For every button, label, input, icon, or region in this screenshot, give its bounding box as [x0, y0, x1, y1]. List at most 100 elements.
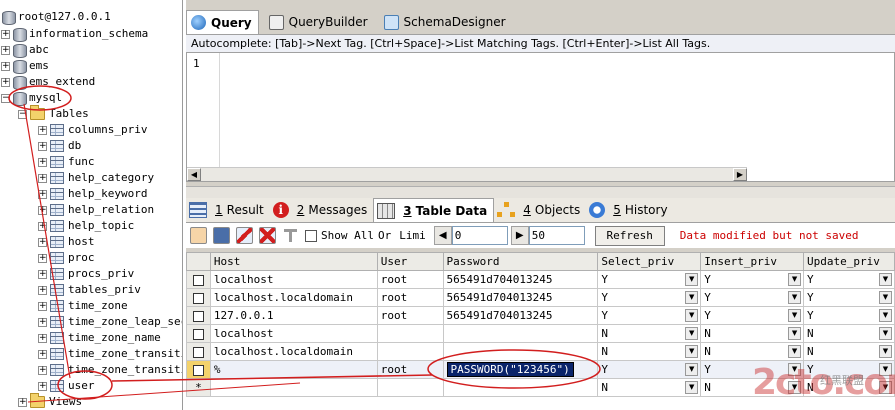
row-checkbox[interactable]	[192, 292, 204, 304]
row-selector[interactable]	[186, 342, 211, 361]
cell-select[interactable]: Y ▼	[597, 306, 702, 325]
tree-table-14[interactable]: + time_zone_transiti	[38, 346, 182, 362]
tree-table-15[interactable]: + time_zone_transiti	[38, 362, 182, 378]
cell-password[interactable]	[442, 378, 599, 397]
save-icon[interactable]	[213, 227, 230, 244]
tab-table-data[interactable]: 3 Table Data	[373, 198, 495, 222]
cell-update[interactable]: Y ▼	[803, 306, 895, 325]
dropdown-arrow-icon[interactable]: ▼	[685, 381, 699, 394]
row-selector[interactable]	[186, 324, 211, 343]
tree-table-11[interactable]: + time_zone	[38, 298, 128, 314]
dropdown-arrow-icon[interactable]: ▼	[879, 327, 892, 340]
cell-insert[interactable]: N ▼	[700, 324, 805, 343]
expand-icon[interactable]: +	[38, 333, 47, 343]
tab-messages[interactable]: i 2 Messages	[270, 198, 374, 222]
cell-select[interactable]: Y ▼	[597, 360, 702, 379]
expand-icon[interactable]: +	[38, 125, 47, 135]
expand-icon[interactable]: +	[38, 253, 47, 263]
dropdown-arrow-icon[interactable]: ▼	[788, 309, 802, 322]
column-header-update-priv[interactable]: Update_priv	[803, 252, 895, 271]
table-row[interactable]: localhost N ▼ N ▼ N ▼	[186, 324, 895, 343]
cell-select[interactable]: N ▼	[597, 378, 702, 397]
tree-folder-tables[interactable]: − Tables	[18, 105, 89, 122]
column-header-host[interactable]: Host	[209, 252, 378, 271]
tree-db-abc[interactable]: + abc	[1, 42, 49, 58]
row-checkbox[interactable]	[192, 364, 204, 376]
tree-table-4[interactable]: + help_keyword	[38, 186, 147, 202]
cell-user[interactable]: root	[376, 288, 444, 307]
expand-icon[interactable]: +	[1, 61, 10, 71]
cell-select[interactable]: N ▼	[597, 324, 702, 343]
row-checkbox[interactable]	[192, 346, 204, 358]
cell-password[interactable]	[442, 324, 599, 343]
cell-host[interactable]: localhost	[209, 324, 378, 343]
tree-table-7[interactable]: + host	[38, 234, 95, 250]
limit-next-button[interactable]: ▶	[510, 226, 529, 245]
cell-select[interactable]: Y ▼	[597, 288, 702, 307]
cell-user[interactable]	[376, 378, 444, 397]
cell-update[interactable]: N ▼	[803, 342, 895, 361]
dropdown-arrow-icon[interactable]: ▼	[685, 291, 699, 304]
cell-host[interactable]: %	[209, 360, 378, 379]
row-selector[interactable]	[186, 270, 211, 289]
cancel-changes-icon[interactable]	[259, 227, 276, 244]
tree-table-5[interactable]: + help_relation	[38, 202, 154, 218]
cell-update[interactable]: Y ▼	[803, 270, 895, 289]
expand-icon[interactable]: +	[38, 285, 47, 295]
column-header-user[interactable]: User	[376, 252, 444, 271]
cell-update[interactable]: N ▼	[803, 324, 895, 343]
dropdown-arrow-icon[interactable]: ▼	[879, 309, 892, 322]
panel-splitter[interactable]	[186, 186, 895, 198]
collapse-icon[interactable]: −	[18, 109, 27, 119]
column-header-select-priv[interactable]: Select_priv	[597, 252, 702, 271]
cell-user[interactable]	[376, 342, 444, 361]
export-icon[interactable]	[190, 227, 207, 244]
cell-insert[interactable]: Y ▼	[700, 270, 805, 289]
row-checkbox[interactable]	[192, 310, 204, 322]
editor-horizontal-scrollbar[interactable]: ◀ ▶	[187, 167, 747, 181]
tree-table-3[interactable]: + help_category	[38, 170, 154, 186]
tab-schema-designer[interactable]: SchemaDesigner	[380, 10, 512, 34]
dropdown-arrow-icon[interactable]: ▼	[685, 345, 699, 358]
refresh-button[interactable]: Refresh	[594, 225, 665, 246]
cell-password[interactable]: 565491d704013245	[442, 270, 599, 289]
tree-db-information-schema[interactable]: + information_schema	[1, 26, 148, 42]
dropdown-arrow-icon[interactable]: ▼	[879, 291, 892, 304]
table-row[interactable]: localhost root 565491d704013245 Y ▼ Y ▼ Y ▼	[186, 270, 895, 289]
scroll-right-icon[interactable]: ▶	[733, 168, 747, 181]
cell-password[interactable]: 565491d704013245	[442, 288, 599, 307]
limit-prev-button[interactable]: ◀	[433, 226, 452, 245]
tab-result[interactable]: 1 Result	[186, 198, 270, 222]
row-selector[interactable]	[186, 360, 211, 379]
row-selector[interactable]	[186, 288, 211, 307]
delete-row-icon[interactable]	[236, 227, 253, 244]
expand-icon[interactable]: +	[38, 141, 47, 151]
tab-query[interactable]: Query	[186, 10, 259, 34]
dropdown-arrow-icon[interactable]: ▼	[788, 291, 802, 304]
dropdown-arrow-icon[interactable]: ▼	[685, 327, 699, 340]
row-selector[interactable]: *	[186, 378, 211, 397]
tree-table-10[interactable]: + tables_priv	[38, 282, 141, 298]
tab-objects[interactable]: 4 Objects	[494, 198, 586, 222]
filter-icon[interactable]	[282, 227, 299, 244]
tree-db-ems[interactable]: + ems	[1, 58, 49, 74]
object-browser-tree[interactable]: root@127.0.0.1 + information_schema + abc + e…	[0, 0, 183, 410]
expand-icon[interactable]: +	[38, 317, 47, 327]
cell-password[interactable]	[442, 342, 599, 361]
tree-table-1[interactable]: + db	[38, 138, 81, 154]
cell-host[interactable]	[209, 378, 378, 397]
tree-table-8[interactable]: + proc	[38, 250, 95, 266]
expand-icon[interactable]: +	[38, 157, 47, 167]
cell-user[interactable]: root	[376, 360, 444, 379]
expand-icon[interactable]: +	[38, 269, 47, 279]
tree-table-9[interactable]: + procs_priv	[38, 266, 134, 282]
column-header-insert-priv[interactable]: Insert_priv	[700, 252, 805, 271]
tree-table-16[interactable]: + user	[38, 378, 95, 394]
cell-insert[interactable]: N ▼	[700, 342, 805, 361]
show-all-checkbox[interactable]	[305, 229, 317, 242]
column-header-password[interactable]: Password	[442, 252, 599, 271]
scroll-left-icon[interactable]: ◀	[187, 168, 201, 181]
expand-icon[interactable]: +	[38, 189, 47, 199]
dropdown-arrow-icon[interactable]: ▼	[788, 273, 802, 286]
tree-table-0[interactable]: + columns_priv	[38, 122, 147, 138]
